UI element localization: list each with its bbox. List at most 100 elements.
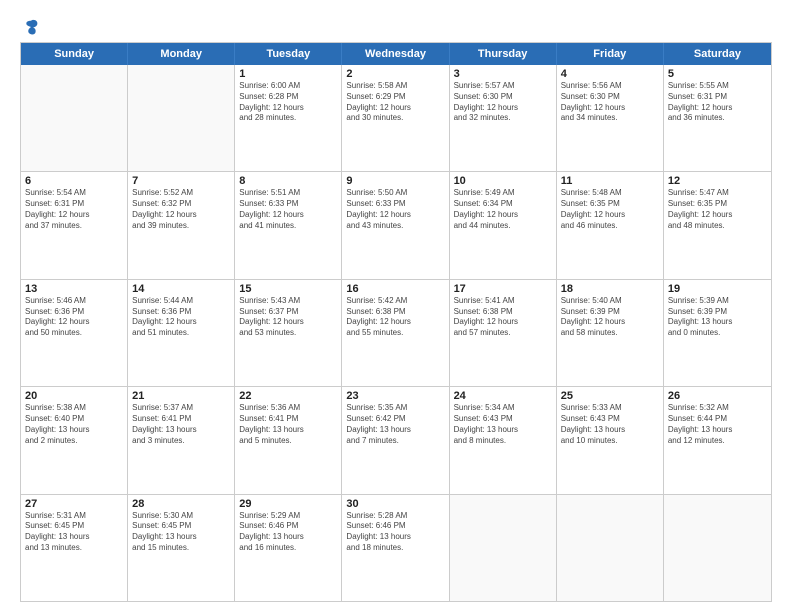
cal-cell	[21, 65, 128, 171]
calendar-body: 1Sunrise: 6:00 AM Sunset: 6:28 PM Daylig…	[21, 65, 771, 601]
cal-cell: 9Sunrise: 5:50 AM Sunset: 6:33 PM Daylig…	[342, 172, 449, 278]
cal-cell: 7Sunrise: 5:52 AM Sunset: 6:32 PM Daylig…	[128, 172, 235, 278]
cal-week-4: 20Sunrise: 5:38 AM Sunset: 6:40 PM Dayli…	[21, 387, 771, 494]
cal-week-5: 27Sunrise: 5:31 AM Sunset: 6:45 PM Dayli…	[21, 495, 771, 601]
day-number: 17	[454, 283, 552, 295]
day-number: 25	[561, 390, 659, 402]
day-number: 16	[346, 283, 444, 295]
day-number: 6	[25, 175, 123, 187]
day-number: 3	[454, 68, 552, 80]
cal-cell: 11Sunrise: 5:48 AM Sunset: 6:35 PM Dayli…	[557, 172, 664, 278]
cal-week-2: 6Sunrise: 5:54 AM Sunset: 6:31 PM Daylig…	[21, 172, 771, 279]
cal-cell: 12Sunrise: 5:47 AM Sunset: 6:35 PM Dayli…	[664, 172, 771, 278]
day-info: Sunrise: 5:41 AM Sunset: 6:38 PM Dayligh…	[454, 296, 552, 339]
day-info: Sunrise: 5:43 AM Sunset: 6:37 PM Dayligh…	[239, 296, 337, 339]
day-info: Sunrise: 5:31 AM Sunset: 6:45 PM Dayligh…	[25, 511, 123, 554]
day-info: Sunrise: 5:57 AM Sunset: 6:30 PM Dayligh…	[454, 81, 552, 124]
cal-cell: 29Sunrise: 5:29 AM Sunset: 6:46 PM Dayli…	[235, 495, 342, 601]
logo-bird-icon	[22, 18, 40, 36]
day-number: 14	[132, 283, 230, 295]
day-number: 19	[668, 283, 767, 295]
cal-header-cell-sunday: Sunday	[21, 43, 128, 65]
cal-cell: 4Sunrise: 5:56 AM Sunset: 6:30 PM Daylig…	[557, 65, 664, 171]
cal-cell: 27Sunrise: 5:31 AM Sunset: 6:45 PM Dayli…	[21, 495, 128, 601]
day-info: Sunrise: 5:50 AM Sunset: 6:33 PM Dayligh…	[346, 188, 444, 231]
day-number: 5	[668, 68, 767, 80]
cal-week-3: 13Sunrise: 5:46 AM Sunset: 6:36 PM Dayli…	[21, 280, 771, 387]
logo	[20, 18, 40, 32]
cal-cell: 2Sunrise: 5:58 AM Sunset: 6:29 PM Daylig…	[342, 65, 449, 171]
cal-cell: 1Sunrise: 6:00 AM Sunset: 6:28 PM Daylig…	[235, 65, 342, 171]
day-number: 15	[239, 283, 337, 295]
cal-cell	[450, 495, 557, 601]
cal-cell: 17Sunrise: 5:41 AM Sunset: 6:38 PM Dayli…	[450, 280, 557, 386]
day-info: Sunrise: 5:30 AM Sunset: 6:45 PM Dayligh…	[132, 511, 230, 554]
cal-cell: 14Sunrise: 5:44 AM Sunset: 6:36 PM Dayli…	[128, 280, 235, 386]
day-number: 11	[561, 175, 659, 187]
cal-week-1: 1Sunrise: 6:00 AM Sunset: 6:28 PM Daylig…	[21, 65, 771, 172]
cal-cell: 25Sunrise: 5:33 AM Sunset: 6:43 PM Dayli…	[557, 387, 664, 493]
page: SundayMondayTuesdayWednesdayThursdayFrid…	[0, 0, 792, 612]
day-info: Sunrise: 5:55 AM Sunset: 6:31 PM Dayligh…	[668, 81, 767, 124]
day-number: 8	[239, 175, 337, 187]
cal-cell: 10Sunrise: 5:49 AM Sunset: 6:34 PM Dayli…	[450, 172, 557, 278]
cal-cell: 6Sunrise: 5:54 AM Sunset: 6:31 PM Daylig…	[21, 172, 128, 278]
day-info: Sunrise: 5:51 AM Sunset: 6:33 PM Dayligh…	[239, 188, 337, 231]
cal-cell: 24Sunrise: 5:34 AM Sunset: 6:43 PM Dayli…	[450, 387, 557, 493]
day-info: Sunrise: 5:52 AM Sunset: 6:32 PM Dayligh…	[132, 188, 230, 231]
day-info: Sunrise: 5:46 AM Sunset: 6:36 PM Dayligh…	[25, 296, 123, 339]
cal-cell: 5Sunrise: 5:55 AM Sunset: 6:31 PM Daylig…	[664, 65, 771, 171]
cal-header-cell-thursday: Thursday	[450, 43, 557, 65]
cal-cell: 13Sunrise: 5:46 AM Sunset: 6:36 PM Dayli…	[21, 280, 128, 386]
day-number: 2	[346, 68, 444, 80]
day-info: Sunrise: 5:47 AM Sunset: 6:35 PM Dayligh…	[668, 188, 767, 231]
cal-header-cell-saturday: Saturday	[664, 43, 771, 65]
day-number: 1	[239, 68, 337, 80]
calendar-header: SundayMondayTuesdayWednesdayThursdayFrid…	[21, 43, 771, 65]
cal-header-cell-tuesday: Tuesday	[235, 43, 342, 65]
day-info: Sunrise: 5:40 AM Sunset: 6:39 PM Dayligh…	[561, 296, 659, 339]
day-number: 28	[132, 498, 230, 510]
cal-cell	[128, 65, 235, 171]
day-number: 10	[454, 175, 552, 187]
day-info: Sunrise: 5:37 AM Sunset: 6:41 PM Dayligh…	[132, 403, 230, 446]
cal-header-cell-monday: Monday	[128, 43, 235, 65]
day-number: 12	[668, 175, 767, 187]
day-info: Sunrise: 5:54 AM Sunset: 6:31 PM Dayligh…	[25, 188, 123, 231]
day-info: Sunrise: 5:38 AM Sunset: 6:40 PM Dayligh…	[25, 403, 123, 446]
cal-cell: 16Sunrise: 5:42 AM Sunset: 6:38 PM Dayli…	[342, 280, 449, 386]
cal-cell: 23Sunrise: 5:35 AM Sunset: 6:42 PM Dayli…	[342, 387, 449, 493]
day-info: Sunrise: 5:44 AM Sunset: 6:36 PM Dayligh…	[132, 296, 230, 339]
day-info: Sunrise: 5:29 AM Sunset: 6:46 PM Dayligh…	[239, 511, 337, 554]
cal-cell: 15Sunrise: 5:43 AM Sunset: 6:37 PM Dayli…	[235, 280, 342, 386]
cal-cell: 8Sunrise: 5:51 AM Sunset: 6:33 PM Daylig…	[235, 172, 342, 278]
day-info: Sunrise: 5:58 AM Sunset: 6:29 PM Dayligh…	[346, 81, 444, 124]
day-info: Sunrise: 5:48 AM Sunset: 6:35 PM Dayligh…	[561, 188, 659, 231]
cal-cell: 20Sunrise: 5:38 AM Sunset: 6:40 PM Dayli…	[21, 387, 128, 493]
header	[20, 18, 772, 32]
cal-cell	[557, 495, 664, 601]
cal-cell: 19Sunrise: 5:39 AM Sunset: 6:39 PM Dayli…	[664, 280, 771, 386]
day-number: 24	[454, 390, 552, 402]
logo-text	[20, 18, 40, 36]
cal-cell: 22Sunrise: 5:36 AM Sunset: 6:41 PM Dayli…	[235, 387, 342, 493]
cal-cell	[664, 495, 771, 601]
day-number: 4	[561, 68, 659, 80]
day-number: 21	[132, 390, 230, 402]
day-info: Sunrise: 5:36 AM Sunset: 6:41 PM Dayligh…	[239, 403, 337, 446]
day-number: 22	[239, 390, 337, 402]
day-info: Sunrise: 5:39 AM Sunset: 6:39 PM Dayligh…	[668, 296, 767, 339]
day-info: Sunrise: 5:35 AM Sunset: 6:42 PM Dayligh…	[346, 403, 444, 446]
day-number: 18	[561, 283, 659, 295]
cal-cell: 26Sunrise: 5:32 AM Sunset: 6:44 PM Dayli…	[664, 387, 771, 493]
day-number: 9	[346, 175, 444, 187]
day-info: Sunrise: 5:32 AM Sunset: 6:44 PM Dayligh…	[668, 403, 767, 446]
day-number: 26	[668, 390, 767, 402]
day-number: 7	[132, 175, 230, 187]
cal-cell: 21Sunrise: 5:37 AM Sunset: 6:41 PM Dayli…	[128, 387, 235, 493]
cal-header-cell-wednesday: Wednesday	[342, 43, 449, 65]
day-number: 13	[25, 283, 123, 295]
calendar: SundayMondayTuesdayWednesdayThursdayFrid…	[20, 42, 772, 602]
cal-cell: 3Sunrise: 5:57 AM Sunset: 6:30 PM Daylig…	[450, 65, 557, 171]
day-info: Sunrise: 5:33 AM Sunset: 6:43 PM Dayligh…	[561, 403, 659, 446]
